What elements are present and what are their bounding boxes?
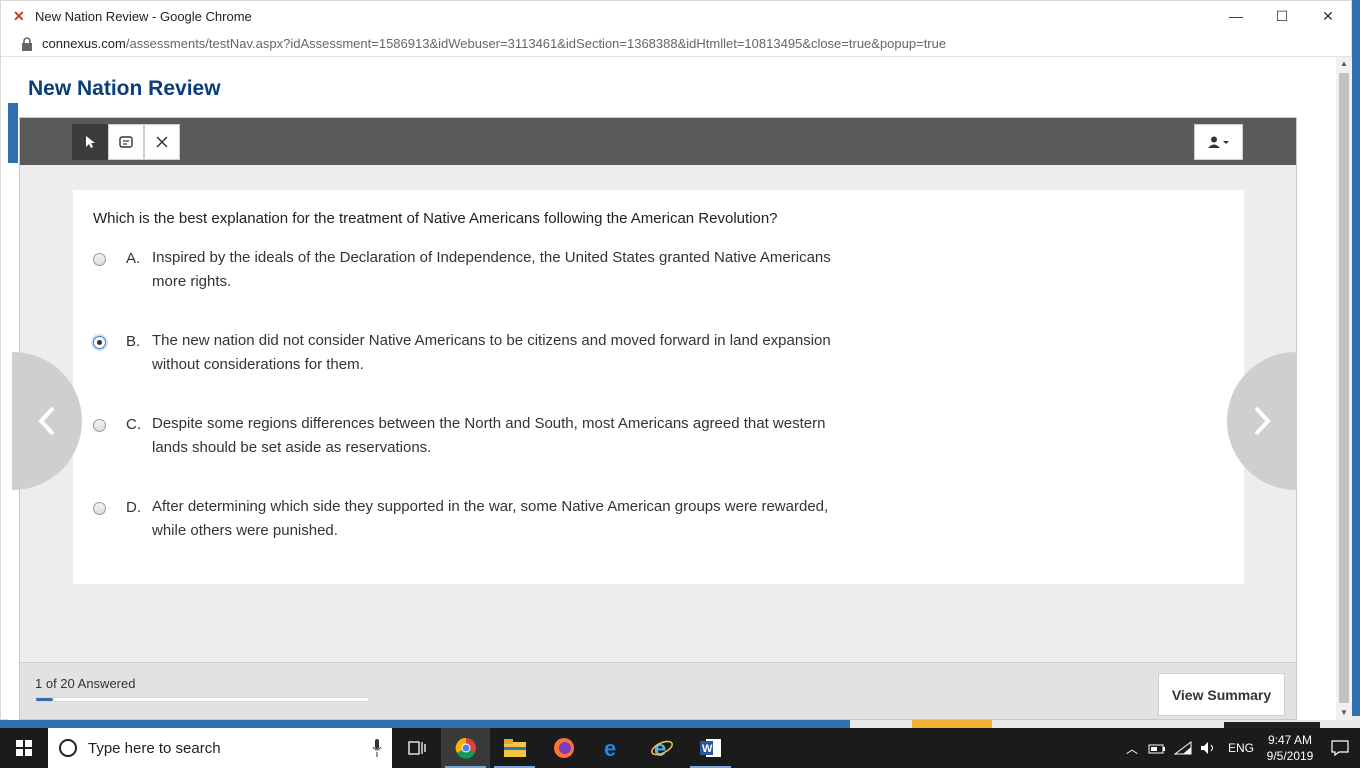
chevron-left-icon bbox=[38, 406, 55, 436]
choice-letter: D. bbox=[126, 499, 141, 516]
taskbar-firefox[interactable] bbox=[539, 728, 588, 768]
question-card: Which is the best explanation for the tr… bbox=[73, 190, 1244, 584]
taskbar-chrome[interactable] bbox=[441, 728, 490, 768]
choice-c[interactable]: C. Despite some regions differences betw… bbox=[93, 415, 833, 460]
window-title: New Nation Review - Google Chrome bbox=[35, 8, 252, 24]
taskbar-word[interactable]: W bbox=[686, 728, 735, 768]
view-summary-button[interactable]: View Summary bbox=[1158, 673, 1285, 716]
taskbar-edge[interactable]: e bbox=[588, 728, 637, 768]
assessment-footer: 1 of 20 Answered View Summary bbox=[20, 662, 1296, 719]
previous-question-button[interactable] bbox=[12, 352, 82, 490]
question-prompt: Which is the best explanation for the tr… bbox=[93, 210, 778, 227]
progress-bar bbox=[35, 697, 370, 702]
background-window-accent bbox=[912, 720, 992, 728]
taskbar-search[interactable]: Type here to search bbox=[48, 728, 392, 768]
minimize-icon[interactable]: — bbox=[1213, 1, 1259, 31]
connexus-logo-icon: ✕ bbox=[13, 8, 25, 24]
eliminate-tool-button[interactable] bbox=[144, 124, 180, 160]
choice-letter: A. bbox=[126, 250, 141, 267]
tray-overflow-icon[interactable]: ︿ bbox=[1126, 740, 1138, 757]
url-text[interactable]: connexus.com/assessments/testNav.aspx?id… bbox=[42, 36, 946, 51]
folder-icon bbox=[503, 739, 526, 757]
assessment-panel: Which is the best explanation for the tr… bbox=[12, 117, 1297, 720]
cortana-icon bbox=[59, 739, 77, 757]
scrollbar-thumb[interactable] bbox=[1339, 73, 1349, 703]
note-tool-button[interactable] bbox=[108, 124, 144, 160]
clock[interactable]: 9:47 AM 9/5/2019 bbox=[1260, 732, 1320, 764]
svg-text:e: e bbox=[654, 737, 666, 759]
title-bar: ✕ New Nation Review - Google Chrome — ☐ … bbox=[1, 1, 1351, 31]
scroll-up-icon[interactable]: ▲ bbox=[1336, 57, 1352, 71]
pointer-icon bbox=[86, 136, 95, 148]
page-scrollbar[interactable]: ▲ ▼ bbox=[1336, 57, 1352, 720]
notification-icon bbox=[1331, 740, 1349, 756]
choice-a[interactable]: A. Inspired by the ideals of the Declara… bbox=[93, 249, 833, 294]
wifi-icon[interactable] bbox=[1173, 741, 1192, 755]
radio-button[interactable] bbox=[93, 502, 106, 515]
task-view-button[interactable] bbox=[392, 728, 441, 768]
address-bar[interactable]: connexus.com/assessments/testNav.aspx?id… bbox=[1, 31, 1351, 57]
taskbar: Type here to search e e W ︿ ENG 9:47 AM … bbox=[0, 728, 1360, 768]
radio-button[interactable] bbox=[93, 419, 106, 432]
svg-text:e: e bbox=[604, 737, 616, 759]
choice-b[interactable]: B. The new nation did not consider Nativ… bbox=[93, 332, 833, 377]
lock-icon bbox=[22, 36, 32, 51]
language-indicator[interactable]: ENG bbox=[1228, 741, 1254, 755]
answered-count: 1 of 20 Answered bbox=[35, 676, 136, 691]
note-icon bbox=[119, 136, 133, 148]
page-title: New Nation Review bbox=[28, 77, 221, 100]
chevron-right-icon bbox=[1254, 406, 1271, 436]
choice-letter: B. bbox=[126, 333, 141, 350]
choice-letter: C. bbox=[126, 416, 141, 433]
user-menu-button[interactable] bbox=[1194, 124, 1243, 160]
progress-fill bbox=[36, 698, 53, 701]
taskbar-internet-explorer[interactable]: e bbox=[637, 728, 686, 768]
clock-date: 9/5/2019 bbox=[1266, 749, 1314, 763]
clock-time: 9:47 AM bbox=[1267, 733, 1313, 747]
action-center-button[interactable] bbox=[1320, 728, 1360, 768]
word-icon: W bbox=[699, 739, 721, 757]
maximize-icon[interactable]: ☐ bbox=[1259, 1, 1305, 31]
edge-icon: e bbox=[604, 737, 616, 759]
radio-button-selected[interactable] bbox=[93, 336, 106, 349]
svg-text:W: W bbox=[702, 743, 713, 755]
user-icon bbox=[1207, 136, 1229, 148]
search-placeholder: Type here to search bbox=[88, 739, 221, 757]
scroll-down-icon[interactable]: ▼ bbox=[1336, 706, 1352, 720]
page-content: New Nation Review Which is the best expl… bbox=[8, 57, 1336, 720]
side-accent bbox=[8, 103, 18, 163]
start-button[interactable] bbox=[0, 728, 48, 768]
radio-button[interactable] bbox=[93, 253, 106, 266]
firefox-icon bbox=[553, 738, 574, 758]
chrome-icon bbox=[455, 737, 476, 759]
window-controls: — ☐ ✕ bbox=[1213, 1, 1351, 31]
task-view-icon bbox=[407, 741, 426, 755]
taskbar-file-explorer[interactable] bbox=[490, 728, 539, 768]
choice-d[interactable]: D. After determining which side they sup… bbox=[93, 498, 833, 543]
volume-icon[interactable] bbox=[1200, 741, 1218, 755]
windows-icon bbox=[16, 740, 32, 756]
choice-text: The new nation did not consider Native A… bbox=[152, 332, 831, 373]
choice-text: After determining which side they suppor… bbox=[152, 498, 829, 539]
choice-text: Inspired by the ideals of the Declaratio… bbox=[152, 249, 831, 290]
pointer-tool-button[interactable] bbox=[72, 124, 108, 160]
choice-text: Despite some regions differences between… bbox=[152, 415, 826, 456]
battery-icon[interactable] bbox=[1148, 742, 1166, 754]
system-tray: ︿ ENG 9:47 AM 9/5/2019 bbox=[1120, 728, 1360, 768]
assessment-toolbar bbox=[20, 118, 1296, 165]
microphone-icon[interactable] bbox=[372, 739, 382, 757]
tool-group bbox=[72, 124, 180, 160]
close-icon[interactable]: ✕ bbox=[1305, 1, 1351, 31]
eliminate-icon bbox=[156, 136, 168, 148]
internet-explorer-icon: e bbox=[650, 737, 673, 759]
